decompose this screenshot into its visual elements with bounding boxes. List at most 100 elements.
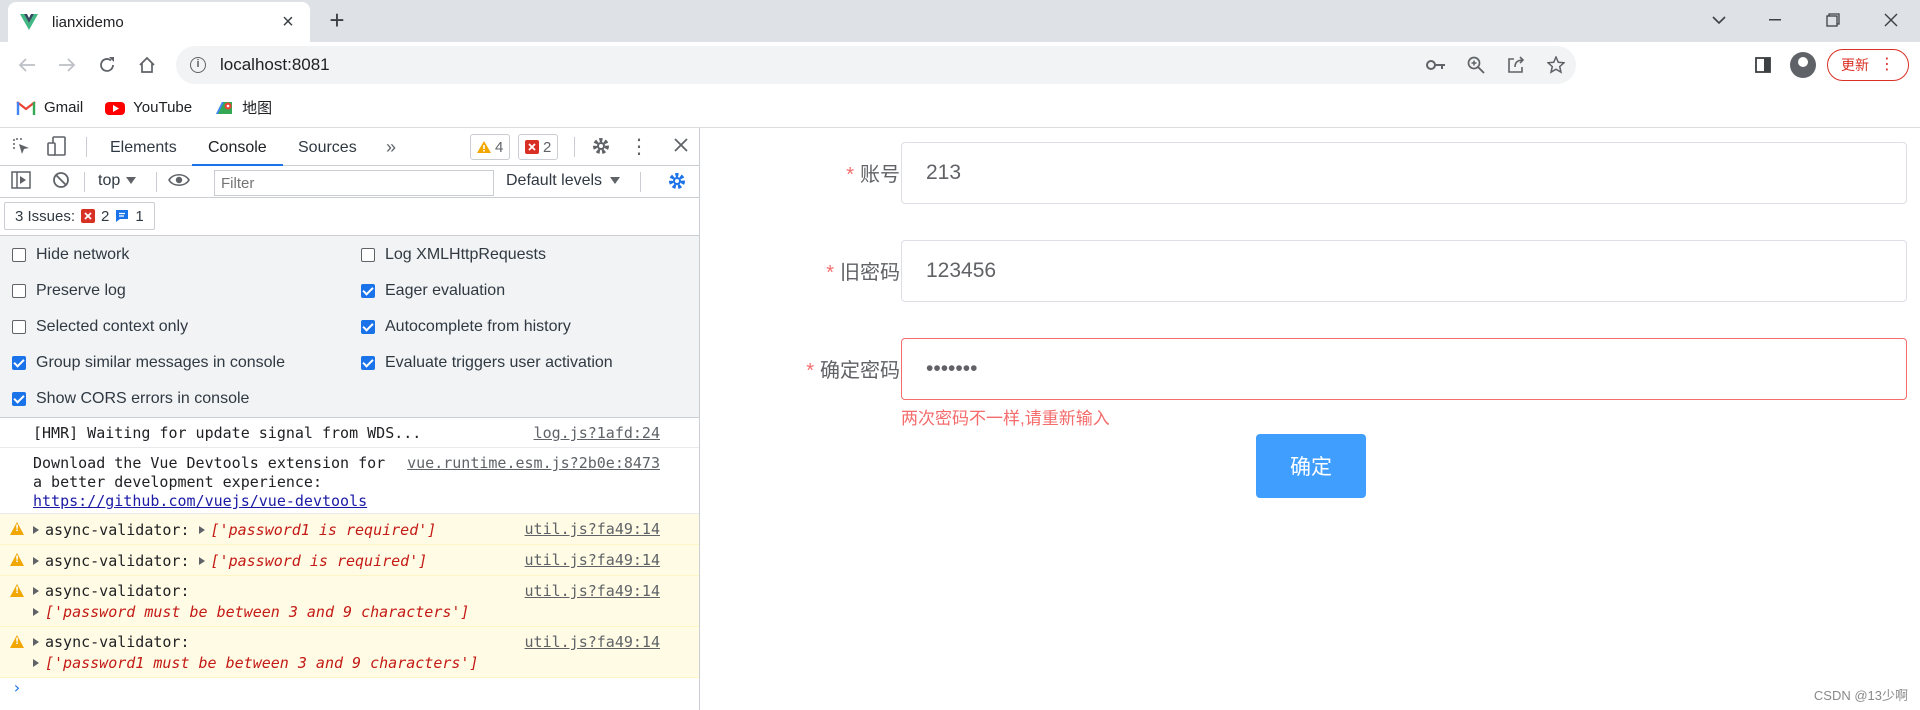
warning-icon — [10, 522, 24, 535]
update-button[interactable]: 更新 ⋮ — [1827, 49, 1909, 81]
sidebar-toggle-icon[interactable] — [10, 171, 32, 193]
option-autocomplete-history[interactable]: Autocomplete from history — [361, 318, 571, 336]
checkbox-checked[interactable] — [361, 284, 375, 298]
inspect-element-icon[interactable] — [10, 136, 32, 158]
source-link[interactable]: util.js?fa49:14 — [525, 551, 660, 569]
tab-sources[interactable]: Sources — [298, 128, 357, 166]
option-show-cors-errors[interactable]: Show CORS errors in console — [12, 390, 249, 408]
forward-arrow-icon[interactable] — [52, 50, 82, 80]
tab-title: lianxidemo — [52, 13, 124, 31]
warning-icon — [10, 635, 24, 648]
source-link[interactable]: util.js?fa49:14 — [525, 633, 660, 651]
site-info-icon[interactable]: i — [190, 57, 206, 73]
address-bar[interactable]: i localhost:8081 — [176, 46, 1576, 84]
issues-bar: 3 Issues: 2 1 — [0, 198, 699, 236]
devtools-panel: Elements Console Sources » 4 2 ⋮ top Fil… — [0, 128, 700, 710]
more-tabs-chevron-icon[interactable]: » — [380, 136, 402, 158]
kebab-menu-icon[interactable]: ⋮ — [628, 136, 650, 158]
old-password-label: * 旧密码 — [826, 262, 900, 284]
error-count-badge[interactable]: 2 — [518, 134, 559, 160]
checkbox-checked[interactable] — [12, 392, 26, 406]
settings-gear-icon[interactable] — [590, 136, 612, 158]
account-input[interactable]: 213 — [901, 142, 1907, 204]
option-hide-network[interactable]: Hide network — [12, 246, 129, 264]
restore-icon[interactable] — [1810, 4, 1856, 36]
tab-elements[interactable]: Elements — [110, 128, 177, 166]
option-log-xhr[interactable]: Log XMLHttpRequests — [361, 246, 546, 264]
back-arrow-icon[interactable] — [12, 50, 42, 80]
home-icon[interactable] — [132, 50, 162, 80]
expand-triangle-icon[interactable] — [198, 526, 205, 534]
console-warning[interactable]: async-validator: ['password1 is required… — [0, 514, 699, 545]
log-levels-dropdown[interactable]: Default levels — [506, 172, 621, 190]
confirm-password-input[interactable]: ••••••• — [901, 338, 1907, 400]
source-link[interactable]: log.js?1afd:24 — [534, 424, 660, 442]
device-toolbar-icon[interactable] — [46, 136, 68, 158]
expand-triangle-icon[interactable] — [33, 587, 39, 595]
option-selected-context-only[interactable]: Selected context only — [12, 318, 188, 336]
clear-console-icon[interactable] — [50, 171, 72, 193]
share-icon[interactable] — [1496, 46, 1536, 84]
option-preserve-log[interactable]: Preserve log — [12, 282, 126, 300]
console-warning[interactable]: async-validator: ['password is required'… — [0, 545, 699, 576]
bookmark-gmail[interactable]: Gmail — [16, 99, 83, 116]
new-tab-button[interactable]: + — [322, 6, 352, 36]
live-expression-eye-icon[interactable] — [168, 171, 190, 193]
validation-error-message: 两次密码不一样,请重新输入 — [901, 409, 1110, 428]
expand-triangle-icon[interactable] — [33, 659, 39, 667]
checkbox[interactable] — [12, 284, 26, 298]
reload-icon[interactable] — [92, 50, 122, 80]
console-warning[interactable]: async-validator: ['password must be betw… — [0, 576, 699, 627]
checkbox-checked[interactable] — [361, 320, 375, 334]
tab-console[interactable]: Console — [192, 128, 283, 166]
minimize-icon[interactable] — [1752, 4, 1798, 36]
old-password-input[interactable]: 123456 — [901, 240, 1907, 302]
warning-count-badge[interactable]: 4 — [470, 134, 511, 160]
checkbox[interactable] — [361, 248, 375, 262]
option-eager-evaluation[interactable]: Eager evaluation — [361, 282, 505, 300]
expand-triangle-icon[interactable] — [198, 557, 205, 565]
expand-triangle-icon[interactable] — [33, 557, 39, 565]
key-icon[interactable] — [1416, 46, 1456, 84]
bookmark-youtube[interactable]: YouTube — [105, 99, 192, 116]
console-message: Download the Vue Devtools extension for … — [0, 448, 699, 514]
console-warning[interactable]: async-validator: ['password1 must be bet… — [0, 627, 699, 678]
console-prompt-chevron-icon[interactable]: › — [12, 678, 22, 697]
bookmark-maps[interactable]: 地图 — [214, 97, 272, 118]
close-tab-icon[interactable]: × — [278, 12, 298, 32]
source-link[interactable]: util.js?fa49:14 — [525, 582, 660, 600]
tab-search-chevron-icon[interactable] — [1696, 4, 1742, 36]
close-devtools-icon[interactable] — [670, 136, 692, 158]
error-icon — [81, 209, 96, 223]
info-message-icon — [116, 210, 129, 222]
expand-triangle-icon[interactable] — [33, 526, 39, 534]
source-link[interactable]: util.js?fa49:14 — [525, 520, 660, 538]
csdn-watermark: CSDN @13少啊 — [1813, 688, 1908, 703]
close-window-icon[interactable] — [1868, 4, 1914, 36]
source-link[interactable]: vue.runtime.esm.js?2b0e:8473 — [407, 454, 660, 472]
option-evaluate-triggers[interactable]: Evaluate triggers user activation — [361, 354, 613, 372]
expand-triangle-icon[interactable] — [33, 608, 39, 616]
checkbox[interactable] — [12, 320, 26, 334]
checkbox-checked[interactable] — [12, 356, 26, 370]
zoom-icon[interactable] — [1456, 46, 1496, 84]
expand-triangle-icon[interactable] — [33, 638, 39, 646]
context-selector[interactable]: top — [98, 172, 137, 190]
profile-avatar-icon[interactable] — [1790, 52, 1816, 78]
warning-icon — [10, 553, 24, 566]
browser-tab[interactable]: lianxidemo × — [8, 2, 310, 42]
vue-devtools-link[interactable]: https://github.com/vuejs/vue-devtools — [33, 492, 367, 510]
console-settings-gear-icon[interactable] — [666, 171, 688, 193]
warning-icon — [10, 584, 24, 597]
console-filter-input[interactable] — [214, 170, 494, 196]
checkbox[interactable] — [12, 248, 26, 262]
browser-tab-strip: lianxidemo × + — [0, 0, 1920, 42]
issues-button[interactable]: 3 Issues: 2 1 — [4, 202, 155, 230]
checkbox-checked[interactable] — [361, 356, 375, 370]
side-panel-icon[interactable] — [1748, 50, 1778, 80]
option-group-similar[interactable]: Group similar messages in console — [12, 354, 285, 372]
divider — [156, 172, 157, 192]
bookmark-star-icon[interactable] — [1536, 46, 1576, 84]
submit-button[interactable]: 确定 — [1256, 434, 1366, 498]
console-message: [HMR] Waiting for update signal from WDS… — [0, 418, 699, 448]
